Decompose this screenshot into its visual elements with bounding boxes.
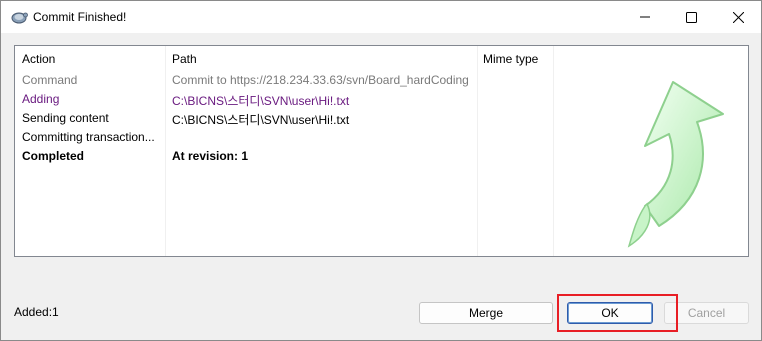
success-arrow-icon: [627, 81, 724, 248]
row-path: Commit to https://218.234.33.63/svn/Boar…: [172, 73, 469, 87]
maximize-button[interactable]: [668, 1, 714, 33]
close-button[interactable]: [715, 1, 761, 33]
row-path: C:\BICNS\스터디\SVN\user\Hi!.txt: [172, 113, 350, 127]
row-action: Command: [22, 73, 78, 87]
title-bar: Commit Finished!: [1, 1, 761, 33]
commit-finished-dialog: Commit Finished! Action Path Mime type C…: [0, 0, 762, 341]
window-title: Commit Finished!: [33, 10, 127, 24]
close-icon: [732, 11, 744, 23]
maximize-icon: [685, 11, 697, 23]
row-path: At revision: 1: [172, 149, 249, 163]
merge-button[interactable]: Merge: [419, 302, 553, 324]
column-header-mime-type[interactable]: Mime type: [483, 52, 538, 66]
column-header-action[interactable]: Action: [22, 52, 55, 66]
row-action: Committing transaction...: [22, 130, 155, 144]
commit-results-list[interactable]: Action Path Mime type Command Commit to …: [14, 45, 749, 257]
tortoisesvn-icon: [11, 12, 28, 24]
row-action: Completed: [22, 149, 85, 163]
column-header-path[interactable]: Path: [172, 52, 197, 66]
minimize-icon: [640, 16, 650, 18]
status-summary: Added:1: [14, 305, 59, 319]
ok-button-highlight: [557, 294, 678, 332]
row-action: Adding: [22, 92, 60, 106]
row-action: Sending content: [22, 111, 109, 125]
row-path: C:\BICNS\스터디\SVN\user\Hi!.txt: [172, 94, 350, 108]
minimize-button[interactable]: [622, 1, 668, 33]
